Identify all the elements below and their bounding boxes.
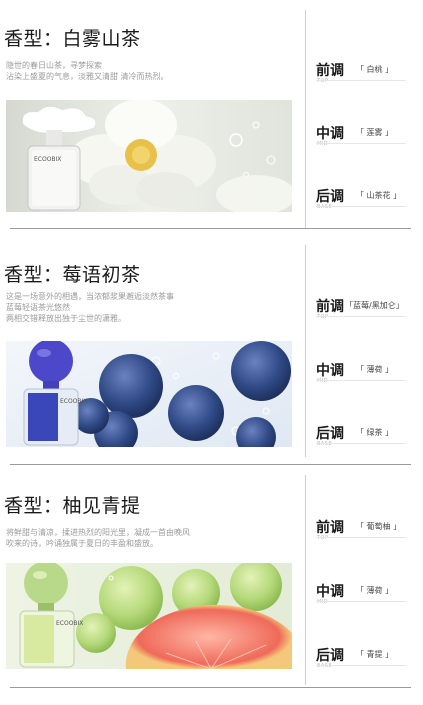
note-underline [316,380,406,381]
note-underline [316,601,406,602]
section-white-camellia: 香型：白雾山茶 隐世的春日山茶，寻梦探索 沾染上盛夏的气息，淡雅又清甜 清冷而热… [0,0,423,235]
description-line: 沾染上盛夏的气息，淡雅又清甜 清冷而热烈。 [6,72,169,81]
description-line: 两相交错释放出独于尘世的潇雅。 [6,314,126,323]
note-label: 前调 [316,299,344,315]
note-value: 「 山茶花 」 [356,191,402,200]
note-underline [316,206,406,207]
product-photo-camellia: ECOOBIX [6,100,292,212]
note-tier: BASE [317,441,333,447]
product-photo-blueberry: ECOOBIX [6,341,292,447]
note-base: 后调 「 绿茶 」 BASE [316,423,416,447]
note-top: 前调 「蓝莓/黑加仑」 TOP [316,296,416,320]
section-grapefruit-grape: 香型：柚见青提 将鲜甜与清凉，揉进热烈的阳光里，凝成一首由晚风 吹来的诗，吟诵独… [0,465,423,705]
note-underline [316,80,406,81]
note-tier: TOP [317,314,329,320]
note-value: 「 薄荷 」 [356,586,394,595]
section-divider [10,228,411,229]
section-description: 隐世的春日山茶，寻梦探索 沾染上盛夏的气息，淡雅又清甜 清冷而热烈。 [6,60,296,82]
note-value: 「 绿茶 」 [356,428,394,437]
note-tier: BASE [317,663,333,669]
note-tier: MID [317,599,329,605]
section-description: 将鲜甜与清凉，揉进热烈的阳光里，凝成一首由晚风 吹来的诗，吟诵独属于夏日的丰盈和… [6,527,296,549]
note-value: 「 薄荷 」 [356,365,394,374]
note-underline [316,143,406,144]
note-value: 「 葡萄柚 」 [356,522,402,531]
note-label: 中调 [316,126,344,142]
note-base: 后调 「 青提 」 BASE [316,645,416,669]
note-label: 中调 [316,584,344,600]
note-label: 前调 [316,520,344,536]
note-label: 中调 [316,363,344,379]
bottle-brand: ECOOBIX [56,620,83,627]
note-underline [316,443,406,444]
product-photo-grapefruit: ECOOBIX [6,563,292,669]
note-tier: TOP [317,535,329,541]
note-value: 「 莲雾 」 [356,128,394,137]
bottle-brand: ECOOBIX [60,398,87,405]
description-line: 将鲜甜与清凉，揉进热烈的阳光里，凝成一首由晚风 [6,528,190,537]
note-label: 后调 [316,648,344,664]
description-line: 吹来的诗，吟诵独属于夏日的丰盈和盛放。 [6,539,158,548]
note-label: 后调 [316,189,344,205]
description-line: 蓝莓轻语茶光悠然 [6,303,70,312]
note-mid: 中调 「 薄荷 」 MID [316,360,416,384]
note-value: 「 白桃 」 [356,65,394,74]
column-divider [305,475,306,685]
description-line: 隐世的春日山茶，寻梦探索 [6,61,102,70]
note-label: 前调 [316,63,344,79]
note-tier: MID [317,378,329,384]
note-tier: MID [317,141,329,147]
bottle-brand: ECOOBIX [34,156,61,163]
section-title: 香型：莓语初茶 [4,264,141,286]
note-tier: BASE [317,204,333,210]
column-divider [305,10,306,228]
note-value: 「蓝莓/黑加仑」 [345,301,404,310]
section-divider [10,687,411,688]
note-top: 前调 「 葡萄柚 」 TOP [316,517,416,541]
note-mid: 中调 「 莲雾 」 MID [316,123,416,147]
note-tier: TOP [317,78,329,84]
section-berry-tea: 香型：莓语初茶 这是一场意外的相遇，当浓郁浆果邂逅淡然茶事 蓝莓轻语茶光悠然 两… [0,235,423,465]
note-value: 「 青提 」 [356,650,394,659]
note-top: 前调 「 白桃 」 TOP [316,60,416,84]
column-divider [305,245,306,457]
note-underline [316,537,406,538]
description-line: 这是一场意外的相遇，当浓郁浆果邂逅淡然茶事 [6,292,174,301]
section-title: 香型：白雾山茶 [4,28,141,50]
note-base: 后调 「 山茶花 」 BASE [316,186,416,210]
note-mid: 中调 「 薄荷 」 MID [316,581,416,605]
section-description: 这是一场意外的相遇，当浓郁浆果邂逅淡然茶事 蓝莓轻语茶光悠然 两相交错释放出独于… [6,291,296,324]
note-underline [316,665,406,666]
note-underline [316,316,406,317]
note-label: 后调 [316,426,344,442]
section-title: 香型：柚见青提 [4,495,141,517]
